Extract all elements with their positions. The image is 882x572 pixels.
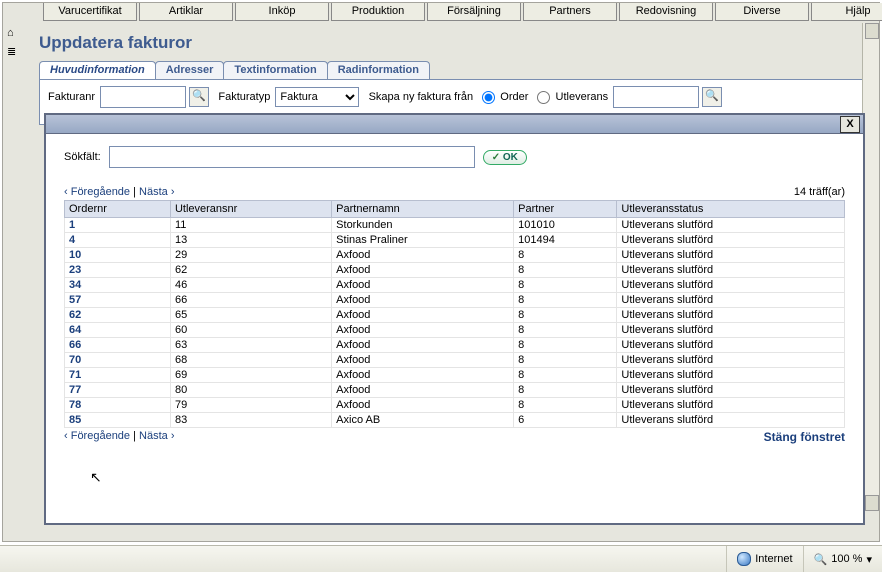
ordernr-link[interactable]: 34 (65, 278, 171, 293)
table-row[interactable]: 8583Axico AB6Utleverans slutförd (65, 413, 845, 428)
ordernr-link[interactable]: 64 (65, 323, 171, 338)
prev-link[interactable]: ‹ Föregående (64, 430, 130, 442)
menu-artiklar[interactable]: Artiklar (139, 3, 233, 21)
table-row[interactable]: 2362Axfood8Utleverans slutförd (65, 263, 845, 278)
menu-produktion[interactable]: Produktion (331, 3, 425, 21)
menu-hjälp[interactable]: Hjälp (811, 3, 882, 21)
close-button[interactable]: X (840, 116, 860, 133)
table-row[interactable]: 6460Axfood8Utleverans slutförd (65, 323, 845, 338)
menu-försäljning[interactable]: Försäljning (427, 3, 521, 21)
pager-top: 14 träff(ar) ‹ Föregående | Nästa › (64, 186, 845, 198)
ok-button[interactable]: OK (483, 150, 527, 165)
menu-partners[interactable]: Partners (523, 3, 617, 21)
results-table: OrdernrUtleveransnrPartnernamnPartnerUtl… (64, 200, 845, 428)
search-icon[interactable]: 🔍 (189, 87, 209, 107)
fakturanr-label: Fakturanr (48, 91, 95, 103)
tab-strip: HuvudinformationAdresserTextinformationR… (39, 61, 865, 79)
fakturatyp-select[interactable]: Faktura (275, 87, 359, 107)
fakturatyp-label: Fakturatyp (218, 91, 270, 103)
menu-varucertifikat[interactable]: Varucertifikat (43, 3, 137, 21)
ordernr-link[interactable]: 10 (65, 248, 171, 263)
col-utleveransnr[interactable]: Utleveransnr (170, 201, 331, 218)
order-radio-label: Order (500, 91, 528, 103)
status-bar: Internet 🔍100 % ▾ (0, 545, 882, 572)
ordernr-link[interactable]: 23 (65, 263, 171, 278)
table-row[interactable]: 7780Axfood8Utleverans slutförd (65, 383, 845, 398)
ordernr-link[interactable]: 62 (65, 308, 171, 323)
table-row[interactable]: 7068Axfood8Utleverans slutförd (65, 353, 845, 368)
close-window-link[interactable]: Stäng fönstret (764, 430, 845, 444)
ordernr-link[interactable]: 57 (65, 293, 171, 308)
ordernr-link[interactable]: 85 (65, 413, 171, 428)
table-row[interactable]: 111Storkunden101010Utleverans slutförd (65, 218, 845, 233)
skapa-ny-label: Skapa ny faktura från (369, 91, 474, 103)
utleverans-radio[interactable] (537, 91, 550, 104)
table-row[interactable]: 3446Axfood8Utleverans slutförd (65, 278, 845, 293)
home-icon[interactable]: ⌂ (7, 27, 23, 41)
tab-adresser[interactable]: Adresser (155, 61, 225, 79)
tab-radinformation[interactable]: Radinformation (327, 61, 430, 79)
table-row[interactable]: 413Stinas Praliner101494Utleverans slutf… (65, 233, 845, 248)
table-row[interactable]: 6663Axfood8Utleverans slutförd (65, 338, 845, 353)
pager-bottom: Stäng fönstret ‹ Föregående | Nästa › (64, 430, 845, 442)
ordernr-link[interactable]: 71 (65, 368, 171, 383)
menu-redovisning[interactable]: Redovisning (619, 3, 713, 21)
next-link[interactable]: Nästa › (139, 186, 174, 198)
main-menu: VarucertifikatArtiklarInköpProduktionFör… (3, 3, 879, 21)
table-row[interactable]: 7169Axfood8Utleverans slutförd (65, 368, 845, 383)
utleverans-input[interactable] (613, 86, 699, 108)
ordernr-link[interactable]: 78 (65, 398, 171, 413)
search-dialog: X Sökfält: OK 14 träff(ar) ‹ Föregående … (44, 113, 865, 525)
table-row[interactable]: 7879Axfood8Utleverans slutförd (65, 398, 845, 413)
ordernr-link[interactable]: 66 (65, 338, 171, 353)
sidebar-icons: ⌂ ≣ (7, 27, 29, 63)
ordernr-link[interactable]: 1 (65, 218, 171, 233)
col-partnernamn[interactable]: Partnernamn (332, 201, 514, 218)
col-utleveransstatus[interactable]: Utleveransstatus (617, 201, 845, 218)
tab-huvudinformation[interactable]: Huvudinformation (39, 61, 156, 79)
table-row[interactable]: 6265Axfood8Utleverans slutförd (65, 308, 845, 323)
table-row[interactable]: 1029Axfood8Utleverans slutförd (65, 248, 845, 263)
sokfalt-label: Sökfält: (64, 151, 101, 163)
menu-diverse[interactable]: Diverse (715, 3, 809, 21)
next-link[interactable]: Nästa › (139, 430, 174, 442)
prev-link[interactable]: ‹ Föregående (64, 186, 130, 198)
col-ordernr[interactable]: Ordernr (65, 201, 171, 218)
tab-textinformation[interactable]: Textinformation (223, 61, 327, 79)
fakturanr-input[interactable] (100, 86, 186, 108)
hit-count: 14 träff(ar) (794, 186, 845, 198)
ordernr-link[interactable]: 70 (65, 353, 171, 368)
sokfalt-input[interactable] (109, 146, 475, 168)
ordernr-link[interactable]: 4 (65, 233, 171, 248)
list-icon[interactable]: ≣ (7, 45, 23, 59)
globe-icon (737, 552, 751, 566)
page-title: Uppdatera fakturor (39, 33, 192, 53)
table-row[interactable]: 5766Axfood8Utleverans slutförd (65, 293, 845, 308)
security-zone: Internet (726, 546, 802, 572)
ordernr-link[interactable]: 77 (65, 383, 171, 398)
search-icon[interactable]: 🔍 (702, 87, 722, 107)
zoom-level[interactable]: 🔍100 % ▾ (803, 546, 882, 572)
zoom-icon: 🔍 (814, 553, 828, 566)
chevron-down-icon: ▾ (866, 553, 872, 566)
dialog-titlebar: X (46, 115, 863, 134)
menu-inköp[interactable]: Inköp (235, 3, 329, 21)
utleverans-radio-label: Utleverans (556, 91, 609, 103)
order-radio[interactable] (482, 91, 495, 104)
col-partner[interactable]: Partner (514, 201, 617, 218)
